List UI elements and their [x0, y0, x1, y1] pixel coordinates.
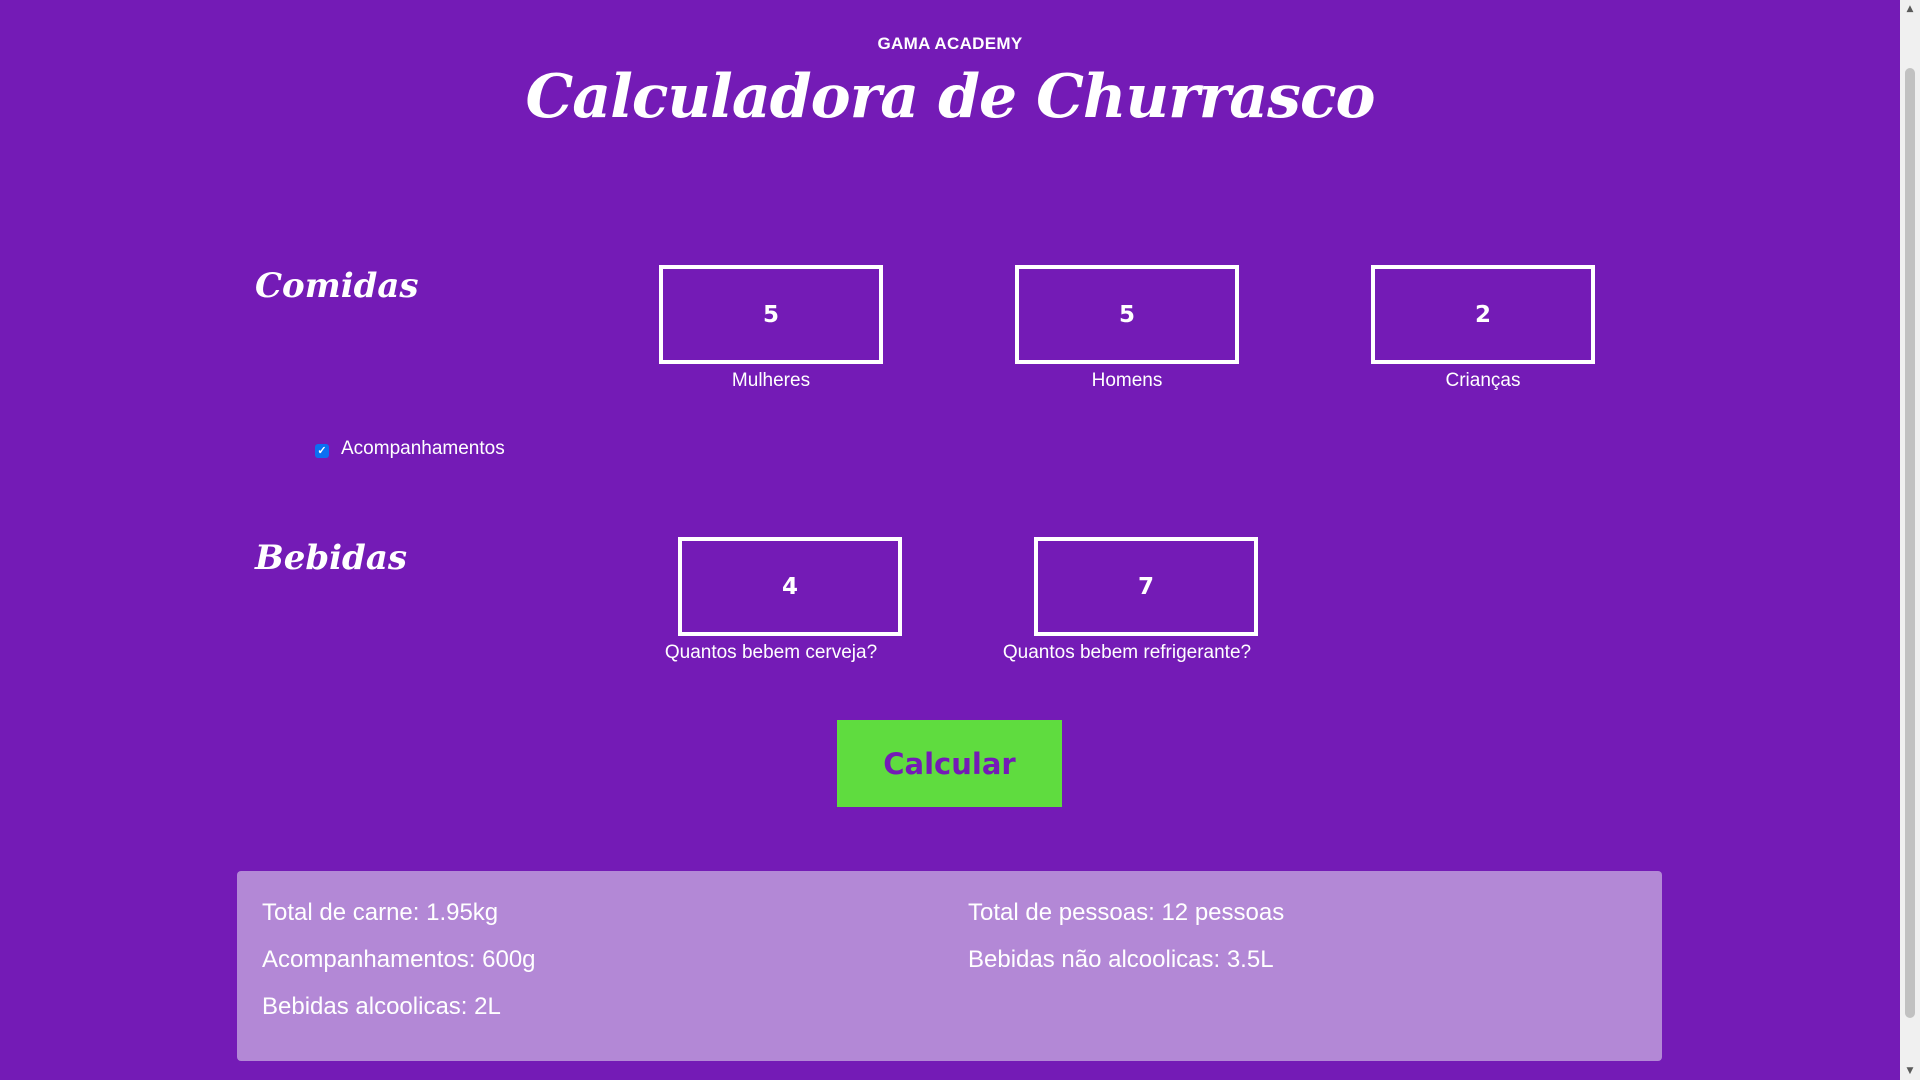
- criancas-input[interactable]: [1371, 265, 1595, 364]
- scroll-up-arrow-icon[interactable]: ▲: [1900, 0, 1920, 18]
- result-acompanhamentos: Acompanhamentos: 600g: [262, 946, 536, 973]
- field-refrigerante: Quantos bebem refrigerante?: [977, 537, 1277, 664]
- cerveja-label: Quantos bebem cerveja?: [664, 642, 878, 663]
- acompanhamentos-label: Acompanhamentos: [341, 438, 505, 459]
- section-title-bebidas: Bebidas: [255, 538, 408, 578]
- field-mulheres: Mulheres: [659, 265, 883, 392]
- section-title-comidas: Comidas: [255, 266, 419, 306]
- field-criancas: Crianças: [1371, 265, 1595, 392]
- criancas-label: Crianças: [1445, 370, 1521, 391]
- result-total-pessoas: Total de pessoas: 12 pessoas: [968, 899, 1285, 926]
- acompanhamentos-checkbox[interactable]: ✓: [315, 444, 329, 458]
- scrollbar[interactable]: ▲ ▼: [1900, 0, 1920, 1080]
- result-total-carne: Total de carne: 1.95kg: [262, 899, 499, 926]
- refrigerante-input[interactable]: [1034, 537, 1258, 636]
- refrigerante-label: Quantos bebem refrigerante?: [1002, 642, 1252, 663]
- acompanhamentos-checkbox-row[interactable]: ✓ Acompanhamentos: [315, 438, 505, 460]
- page: GAMA ACADEMY Calculadora de Churrasco Co…: [0, 0, 1900, 1080]
- calcular-button[interactable]: Calcular: [837, 720, 1062, 807]
- result-bebidas-alcoolicas: Bebidas alcoolicas: 2L: [262, 993, 501, 1020]
- field-cerveja: Quantos bebem cerveja?: [621, 537, 921, 664]
- brand-label: GAMA ACADEMY: [877, 34, 1023, 53]
- scroll-down-arrow-icon[interactable]: ▼: [1900, 1062, 1920, 1080]
- results-panel: Total de carne: 1.95kg Acompanhamentos: …: [237, 871, 1662, 1061]
- field-homens: Homens: [1015, 265, 1239, 392]
- result-bebidas-nao-alcoolicas: Bebidas não alcoolicas: 3.5L: [968, 946, 1274, 973]
- homens-input[interactable]: [1015, 265, 1239, 364]
- cerveja-input[interactable]: [678, 537, 902, 636]
- mulheres-input[interactable]: [659, 265, 883, 364]
- checkmark-icon: ✓: [317, 444, 327, 457]
- scrollbar-thumb[interactable]: [1905, 68, 1915, 1018]
- mulheres-label: Mulheres: [731, 370, 811, 391]
- homens-label: Homens: [1091, 370, 1163, 391]
- page-title: Calculadora de Churrasco: [525, 62, 1375, 132]
